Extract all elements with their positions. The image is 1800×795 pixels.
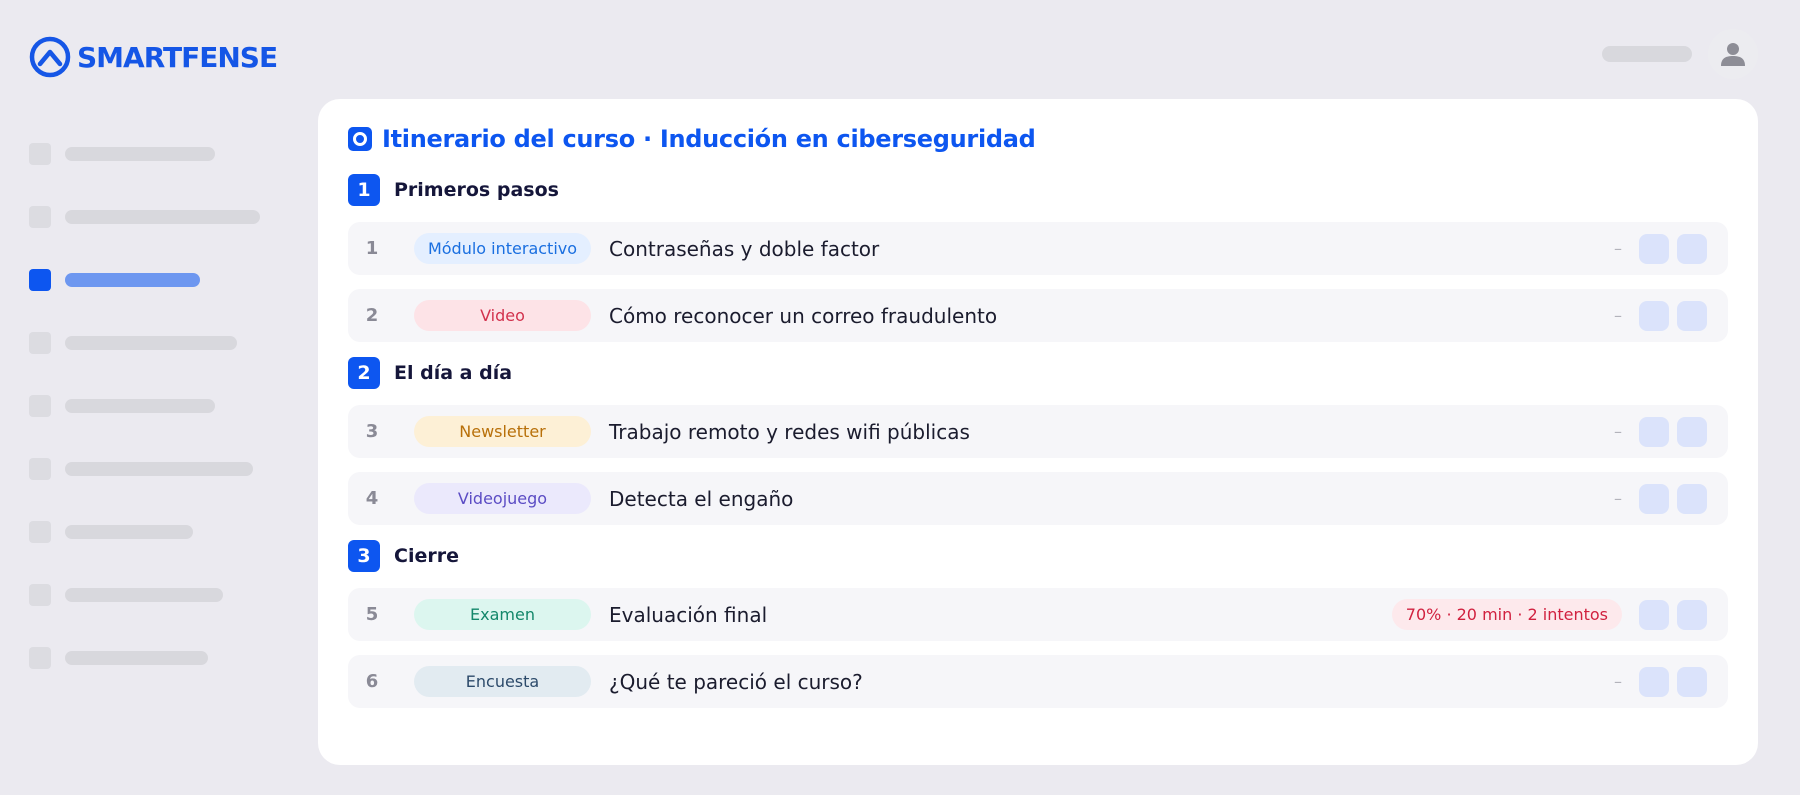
item-type-badge: Encuesta <box>414 666 591 697</box>
item-title: Detecta el engaño <box>609 486 794 511</box>
brand-name: SMARTFENSE <box>77 40 278 74</box>
sidebar-item-icon <box>29 206 51 228</box>
avatar[interactable] <box>1708 29 1758 79</box>
sidebar-item-icon <box>29 521 51 543</box>
item-type-badge: Newsletter <box>414 416 591 447</box>
item-action-button[interactable] <box>1677 484 1707 514</box>
sidebar-item-icon <box>29 332 51 354</box>
exam-requirements-badge: 70% · 20 min · 2 intentos <box>1391 599 1622 630</box>
section-title: Primeros pasos <box>394 179 559 201</box>
item-title: Contraseñas y doble factor <box>609 236 880 261</box>
item-type-badge: Módulo interactivo <box>414 233 591 264</box>
sidebar-item-label-placeholder <box>65 525 193 539</box>
item-meta: – <box>1614 239 1622 258</box>
course-item-row[interactable]: 3 Newsletter Trabajo remoto y redes wifi… <box>348 405 1728 458</box>
item-title: Evaluación final <box>609 602 768 627</box>
sidebar-item[interactable] <box>29 584 223 606</box>
sidebar-item-icon <box>29 647 51 669</box>
item-action-button[interactable] <box>1639 301 1669 331</box>
card-header: Itinerario del curso · Inducción en cibe… <box>348 123 1036 155</box>
item-action-button[interactable] <box>1639 417 1669 447</box>
item-action-button[interactable] <box>1677 417 1707 447</box>
item-title: Cómo reconocer un correo fraudulento <box>609 303 998 328</box>
sidebar-item-label-placeholder <box>65 399 215 413</box>
sidebar-item-label-placeholder <box>65 273 200 287</box>
user-icon <box>1721 43 1745 66</box>
sidebar-item-icon <box>29 458 51 480</box>
item-number: 2 <box>365 305 379 326</box>
section-title: El día a día <box>394 362 513 384</box>
item-number: 5 <box>365 604 379 625</box>
user-name-placeholder <box>1602 46 1692 62</box>
item-number: 6 <box>365 671 379 692</box>
sidebar-item-icon <box>29 143 51 165</box>
item-number: 1 <box>365 238 379 259</box>
item-action-button[interactable] <box>1639 600 1669 630</box>
item-meta: – <box>1614 422 1622 441</box>
sidebar-item-label-placeholder <box>65 210 260 224</box>
section-number: 3 <box>348 540 380 572</box>
section-header: 2 El día a día <box>348 357 512 389</box>
sidebar-item[interactable] <box>29 395 215 417</box>
course-item-row[interactable]: 1 Módulo interactivo Contraseñas y doble… <box>348 222 1728 275</box>
item-action-button[interactable] <box>1639 484 1669 514</box>
sidebar-item[interactable] <box>29 143 215 165</box>
sidebar-item-label-placeholder <box>65 147 215 161</box>
logo-mark-icon <box>29 36 71 78</box>
section-header: 1 Primeros pasos <box>348 174 559 206</box>
sidebar-item-label-placeholder <box>65 588 223 602</box>
item-title: Trabajo remoto y redes wifi públicas <box>609 419 970 444</box>
sidebar-item[interactable] <box>29 647 208 669</box>
item-action-button[interactable] <box>1677 301 1707 331</box>
sidebar-item-label-placeholder <box>65 336 237 350</box>
sidebar-item[interactable] <box>29 332 237 354</box>
sidebar-item[interactable] <box>29 521 193 543</box>
section-number: 1 <box>348 174 380 206</box>
course-item-row[interactable]: 2 Video Cómo reconocer un correo fraudul… <box>348 289 1728 342</box>
sidebar-item-label-placeholder <box>65 462 253 476</box>
page-title: Itinerario del curso · Inducción en cibe… <box>382 125 1036 153</box>
item-type-badge: Video <box>414 300 591 331</box>
item-number: 4 <box>365 488 379 509</box>
record-icon <box>348 127 372 151</box>
item-action-button[interactable] <box>1677 667 1707 697</box>
section-title: Cierre <box>394 545 459 567</box>
item-title: ¿Qué te pareció el curso? <box>609 669 863 694</box>
item-action-button[interactable] <box>1639 667 1669 697</box>
sidebar-item-label-placeholder <box>65 651 208 665</box>
brand-logo[interactable]: SMARTFENSE <box>29 36 278 78</box>
section-number: 2 <box>348 357 380 389</box>
sidebar-item[interactable] <box>29 458 253 480</box>
item-action-button[interactable] <box>1677 234 1707 264</box>
item-meta: – <box>1614 672 1622 691</box>
course-item-row[interactable]: 6 Encuesta ¿Qué te pareció el curso? – <box>348 655 1728 708</box>
item-number: 3 <box>365 421 379 442</box>
item-meta: – <box>1614 306 1622 325</box>
item-type-badge: Videojuego <box>414 483 591 514</box>
item-action-button[interactable] <box>1639 234 1669 264</box>
item-action-button[interactable] <box>1677 600 1707 630</box>
sidebar-item-icon <box>29 584 51 606</box>
course-item-row[interactable]: 5 Examen Evaluación final 70% · 20 min ·… <box>348 588 1728 641</box>
sidebar-item-icon <box>29 269 51 291</box>
item-meta: – <box>1614 489 1622 508</box>
sidebar-item-active[interactable] <box>29 269 200 291</box>
sidebar-item[interactable] <box>29 206 260 228</box>
sidebar-item-icon <box>29 395 51 417</box>
course-item-row[interactable]: 4 Videojuego Detecta el engaño – <box>348 472 1728 525</box>
section-header: 3 Cierre <box>348 540 459 572</box>
course-itinerary-card: Itinerario del curso · Inducción en cibe… <box>318 99 1758 765</box>
item-type-badge: Examen <box>414 599 591 630</box>
